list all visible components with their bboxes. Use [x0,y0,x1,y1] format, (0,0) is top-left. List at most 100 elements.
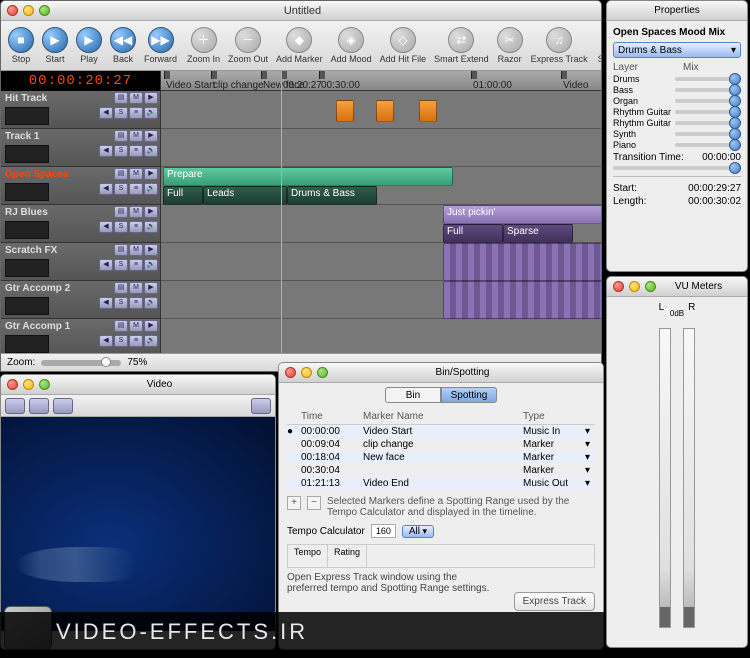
solo-button[interactable]: S [114,221,128,233]
track-header[interactable]: Gtr Accomp 1 ▤M▶ ◀S≡🔊 [1,319,160,353]
remove-button[interactable]: − [307,496,321,510]
track-btn[interactable]: ◀ [99,183,113,195]
minimize-icon[interactable] [629,281,640,292]
video-tab[interactable] [5,398,25,414]
layer-slider[interactable] [675,110,741,114]
track-header[interactable]: Scratch FX ▤M▶ ◀S≡🔊 [1,243,160,281]
smartsound-button[interactable]: ∿SmartSound [595,26,602,65]
track-btn[interactable]: ◀ [99,259,113,271]
track-btn[interactable]: ◀ [99,107,113,119]
track-btn[interactable]: ▤ [114,244,128,256]
track-header[interactable]: Hit Track ▤M▶ ◀S≡🔊 [1,91,160,129]
clip-full[interactable]: Full [163,186,203,205]
lane-open-spaces[interactable]: Prepare Full Leads Drums & Bass [161,167,601,205]
track-btn[interactable]: ▤ [114,92,128,104]
table-row[interactable]: ●00:00:00Video StartMusic In▾ [287,425,595,438]
ruler-marker[interactable] [319,71,325,79]
clip-repeat[interactable] [443,243,601,281]
titlebar[interactable]: Untitled [1,1,601,21]
maximize-icon[interactable] [39,5,50,16]
layer-slider[interactable] [675,77,741,81]
back-button[interactable]: ◀◀Back [107,26,139,65]
playhead[interactable] [281,71,282,353]
transition-slider[interactable] [613,166,741,170]
track-btn[interactable]: ≡ [129,145,143,157]
track-btn[interactable]: ▤ [114,206,128,218]
layer-slider[interactable] [675,88,741,92]
video-settings-button[interactable] [251,398,271,414]
track-btn[interactable]: ▶ [144,320,158,332]
track-btn[interactable]: ≡ [129,297,143,309]
track-btn[interactable]: ▤ [114,320,128,332]
clip-sparse[interactable]: Sparse [503,224,573,243]
clip-rj-full[interactable]: Full [443,224,503,243]
track-btn[interactable]: 🔊 [144,221,158,233]
ruler-marker[interactable] [261,71,267,79]
mute-button[interactable]: M [129,244,143,256]
add-mood-button[interactable]: ◈Add Mood [328,26,375,65]
layer-slider[interactable] [675,143,741,147]
close-icon[interactable] [7,379,18,390]
track-btn[interactable]: ◀ [99,297,113,309]
solo-button[interactable]: S [114,259,128,271]
lane-rj-blues[interactable]: Just pickin' Full Sparse [161,205,601,243]
table-row[interactable]: 00:30:04Marker▾ [287,464,595,477]
track-btn[interactable]: ▤ [114,282,128,294]
track-btn[interactable]: 🔊 [144,297,158,309]
layer-slider[interactable] [675,99,741,103]
add-marker-button[interactable]: ◆Add Marker [273,26,326,65]
track-header[interactable]: RJ Blues ▤M▶ ◀S≡🔊 [1,205,160,243]
track-btn[interactable]: ≡ [129,259,143,271]
solo-button[interactable]: S [114,107,128,119]
mood-select[interactable]: Drums & Bass▾ [613,42,741,58]
ruler-marker[interactable] [211,71,217,79]
express-track-button[interactable]: ♫Express Track [528,26,591,65]
zoom-in-button[interactable]: ＋Zoom In [184,26,223,65]
close-icon[interactable] [285,367,296,378]
track-btn[interactable]: 🔊 [144,335,158,347]
maximize-icon[interactable] [645,281,656,292]
clip-leads[interactable]: Leads [203,186,287,205]
track-btn[interactable]: ≡ [129,335,143,347]
track-btn[interactable]: ▶ [144,282,158,294]
play-button[interactable]: ▶Play [73,26,105,65]
track-btn[interactable]: ▶ [144,168,158,180]
add-button[interactable]: + [287,496,301,510]
track-btn[interactable]: ▶ [144,92,158,104]
lane-scratch-fx[interactable] [161,243,601,281]
mute-button[interactable]: M [129,92,143,104]
table-row[interactable]: 00:09:04clip changeMarker▾ [287,438,595,451]
track-header[interactable]: Gtr Accomp 2 ▤M▶ ◀S≡🔊 [1,281,160,319]
track-header[interactable]: Open Spaces ▤M▶ ◀S≡🔊 [1,167,160,205]
track-btn[interactable]: ≡ [129,107,143,119]
stop-button[interactable]: ■Stop [5,26,37,65]
lane-gtr-1[interactable] [161,319,601,353]
mute-button[interactable]: M [129,282,143,294]
track-btn[interactable]: ▶ [144,206,158,218]
ruler-marker[interactable] [561,71,567,79]
clip-prepare[interactable]: Prepare [163,167,453,186]
track-btn[interactable]: ◀ [99,145,113,157]
express-track-button[interactable]: Express Track [514,592,595,611]
solo-button[interactable]: S [114,145,128,157]
smart-extend-button[interactable]: ⇄Smart Extend [431,26,492,65]
tab-bin[interactable]: Bin [385,387,441,403]
table-row[interactable]: 00:18:04New faceMarker▾ [287,451,595,464]
maximize-icon[interactable] [317,367,328,378]
clip-repeat[interactable] [443,281,601,319]
tab-spotting[interactable]: Spotting [441,387,497,403]
track-btn[interactable]: ≡ [129,221,143,233]
mute-button[interactable]: M [129,320,143,332]
track-btn[interactable]: ◀ [99,221,113,233]
maximize-icon[interactable] [39,379,50,390]
video-tab[interactable] [53,398,73,414]
minimize-icon[interactable] [23,5,34,16]
ruler-marker[interactable] [164,71,170,79]
track-lanes[interactable]: Video Startclip changeNew face00:20:2700… [161,71,601,353]
solo-button[interactable]: S [114,335,128,347]
properties-titlebar[interactable]: Properties [607,1,747,21]
lane-hit-track[interactable] [161,91,601,129]
close-icon[interactable] [613,281,624,292]
video-tab[interactable] [29,398,49,414]
minimize-icon[interactable] [301,367,312,378]
